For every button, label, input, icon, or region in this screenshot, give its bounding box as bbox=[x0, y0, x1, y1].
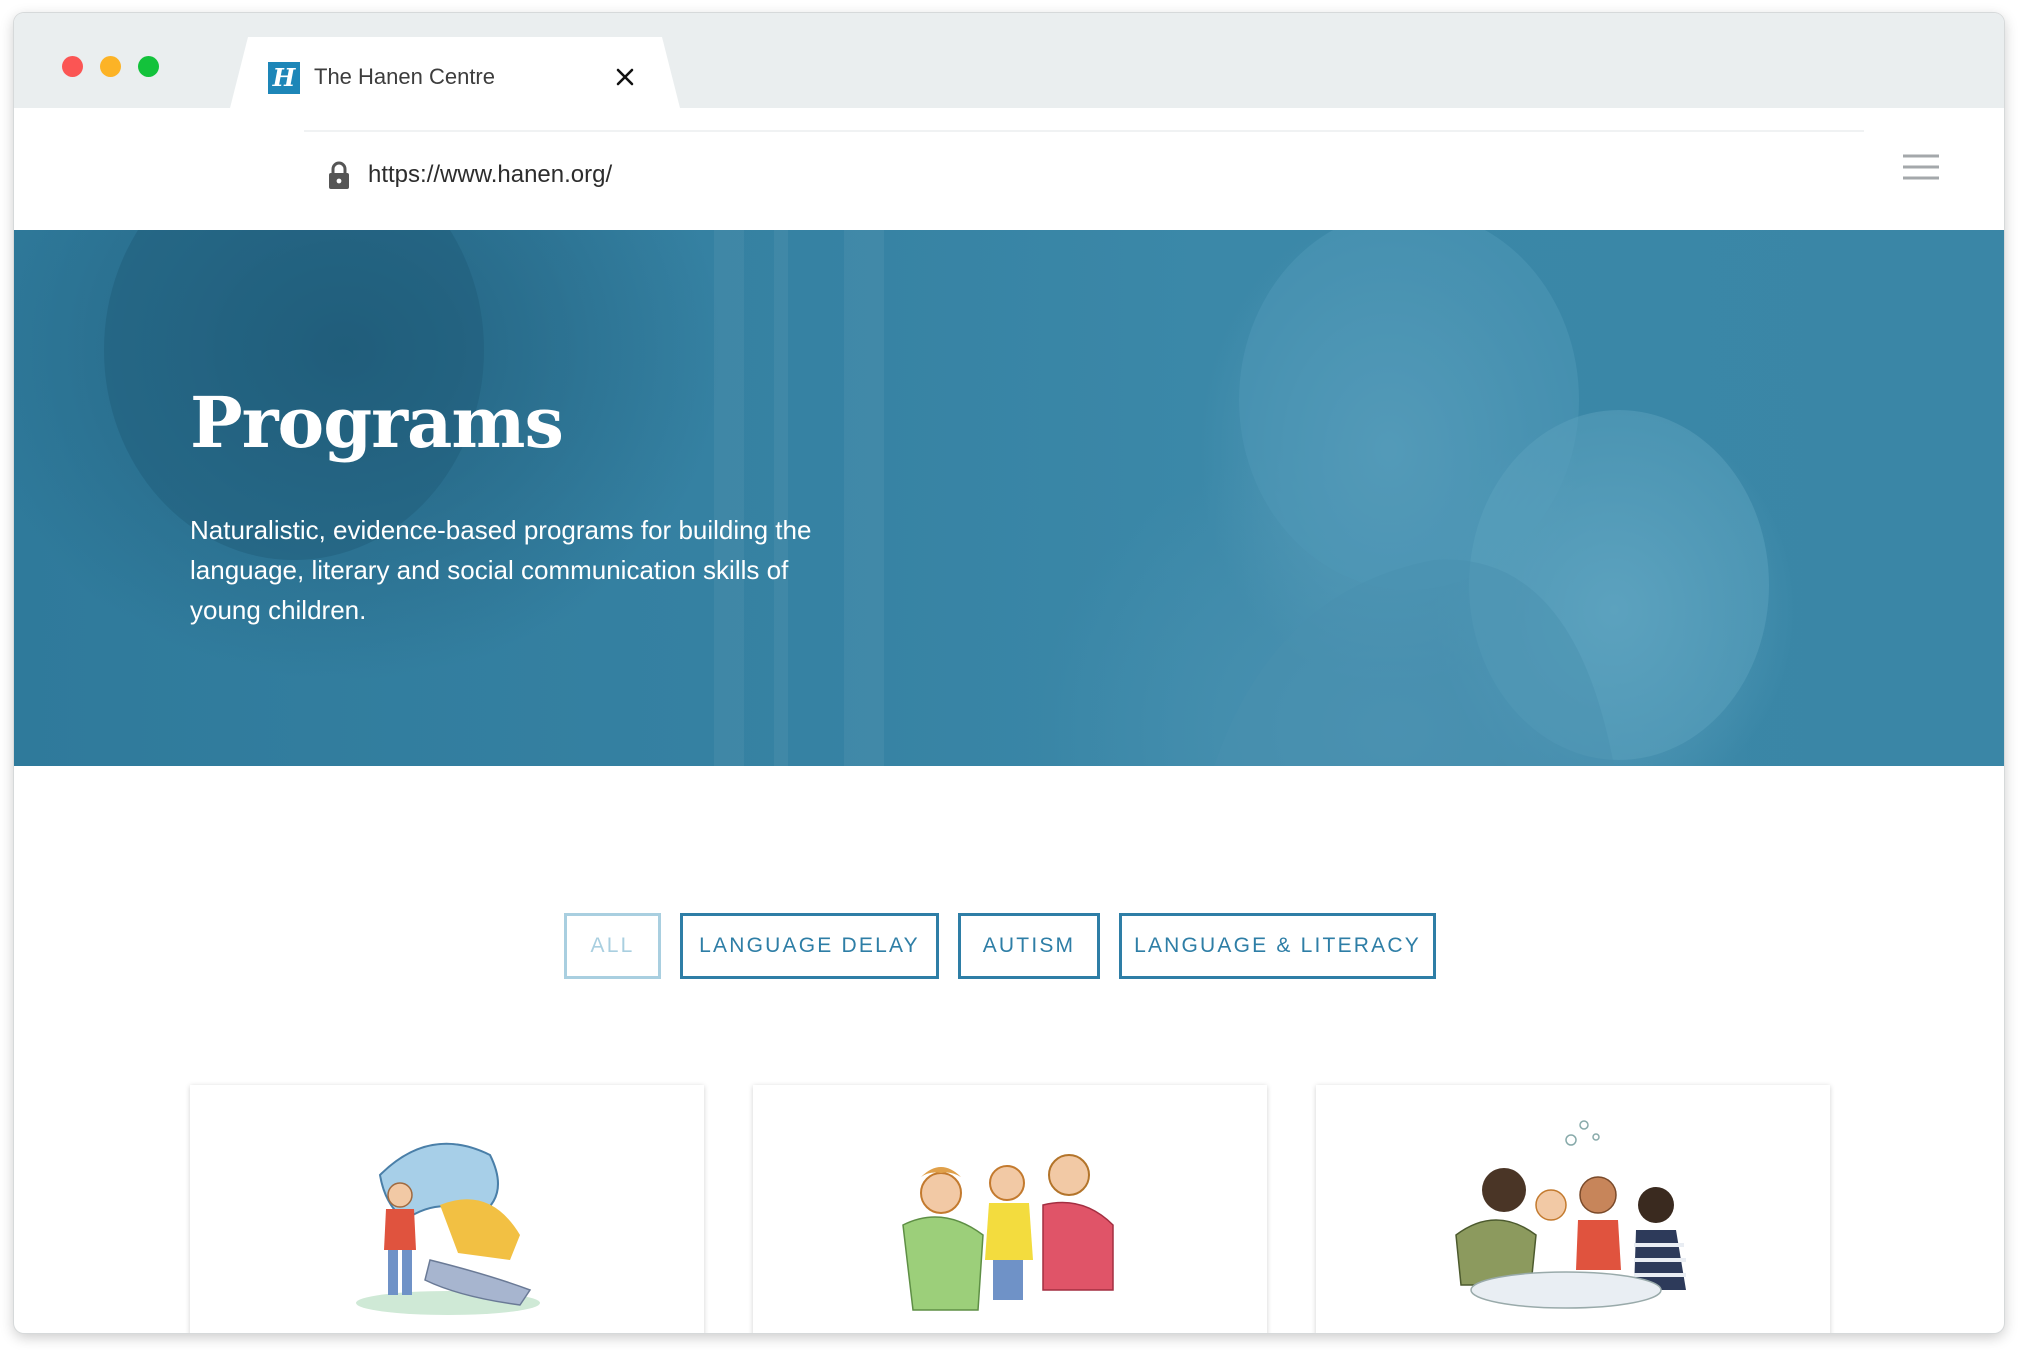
program-card[interactable] bbox=[1316, 1085, 1830, 1333]
browser-window: H The Hanen Centre https://www.hanen.org… bbox=[14, 13, 2004, 1333]
hero-description: Naturalistic, evidence-based programs fo… bbox=[190, 515, 812, 625]
menu-icon[interactable] bbox=[1901, 152, 1941, 182]
hero-photo bbox=[104, 230, 1769, 766]
program-card[interactable] bbox=[190, 1085, 704, 1333]
filter-language-literacy-button[interactable]: LANGUAGE & LITERACY bbox=[1119, 913, 1436, 979]
family-hug-illustration bbox=[902, 1154, 1114, 1311]
browser-toolbar bbox=[14, 108, 2004, 274]
close-icon[interactable] bbox=[611, 63, 639, 91]
hero-banner: Programs Naturalistic, evidence-based pr… bbox=[14, 230, 2004, 766]
parent-child-blanket-illustration bbox=[356, 1142, 540, 1315]
hanen-favicon-icon: H bbox=[268, 62, 300, 94]
minimize-window-button[interactable] bbox=[100, 56, 121, 77]
children-bubbles-illustration bbox=[1455, 1120, 1686, 1309]
page-title: Programs bbox=[190, 381, 564, 464]
url-bar[interactable]: https://www.hanen.org/ bbox=[368, 159, 612, 191]
filter-autism-button[interactable]: AUTISM bbox=[958, 913, 1100, 979]
lock-icon bbox=[329, 161, 349, 189]
omnibox-border bbox=[304, 130, 1864, 132]
tab-title: The Hanen Centre bbox=[314, 64, 495, 89]
tab-bar: H The Hanen Centre bbox=[14, 13, 2004, 108]
program-card[interactable] bbox=[753, 1085, 1267, 1333]
close-window-button[interactable] bbox=[62, 56, 83, 77]
program-filters: ALL LANGUAGE DELAY AUTISM LANGUAGE & LIT… bbox=[14, 913, 2004, 979]
filter-all-button[interactable]: ALL bbox=[564, 913, 661, 979]
filter-language-delay-button[interactable]: LANGUAGE DELAY bbox=[680, 913, 939, 979]
maximize-window-button[interactable] bbox=[138, 56, 159, 77]
